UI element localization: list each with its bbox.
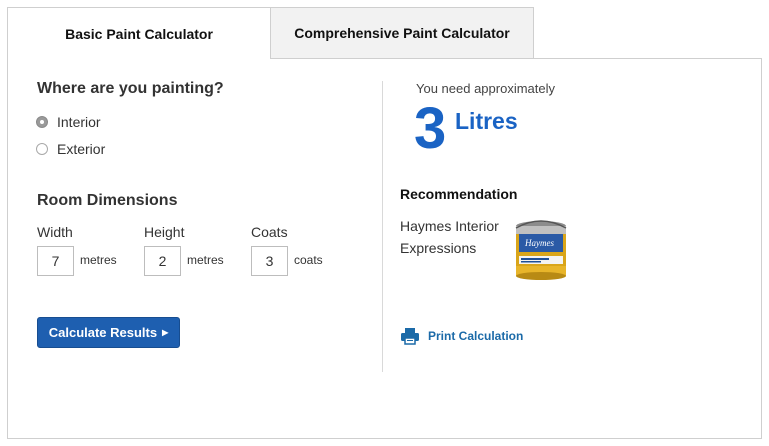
width-unit: metres (80, 253, 117, 267)
exterior-label: Exterior (57, 141, 106, 157)
interior-radio-option[interactable]: Interior (36, 114, 101, 130)
exterior-radio[interactable] (36, 143, 48, 155)
print-calculation-link[interactable]: Print Calculation (400, 327, 523, 345)
recommended-product-name: Haymes Interior Expressions (400, 218, 499, 256)
height-label: Height (144, 224, 185, 240)
result-intro: You need approximately (416, 81, 556, 96)
height-unit: metres (187, 253, 224, 267)
room-dimensions-heading: Room Dimensions (37, 192, 178, 209)
printer-icon (401, 328, 419, 345)
tab-basic-paint-calculator[interactable]: Basic Paint Calculator (7, 7, 271, 59)
calculator-panel (7, 58, 762, 439)
calculate-results-label: Calculate Results (48, 325, 158, 340)
interior-radio[interactable] (36, 116, 48, 128)
width-input[interactable] (37, 246, 74, 276)
exterior-radio-option[interactable]: Exterior (36, 141, 105, 157)
coats-unit: coats (294, 253, 323, 267)
location-heading: Where are you painting? (37, 80, 224, 97)
svg-text:Haymes: Haymes (524, 238, 554, 248)
tab-comprehensive-paint-calculator[interactable]: Comprehensive Paint Calculator (270, 7, 534, 59)
panel-divider (382, 81, 383, 372)
calculate-results-button[interactable]: Calculate Results ▶ (37, 317, 180, 348)
height-input[interactable] (144, 246, 181, 276)
coats-input[interactable] (251, 246, 288, 276)
coats-label: Coats (251, 224, 288, 240)
result-amount: 3 (414, 96, 447, 161)
tab-basic-label: Basic Paint Calculator (65, 25, 213, 42)
play-arrow-icon: ▶ (162, 328, 169, 337)
tab-comprehensive-label: Comprehensive Paint Calculator (294, 25, 510, 41)
result-unit: Litres (455, 108, 518, 134)
interior-label: Interior (57, 114, 101, 130)
recommendation-heading: Recommendation (400, 186, 518, 202)
width-label: Width (37, 224, 73, 240)
print-calculation-label: Print Calculation (428, 329, 524, 343)
paint-can-icon: Haymes (515, 220, 567, 280)
